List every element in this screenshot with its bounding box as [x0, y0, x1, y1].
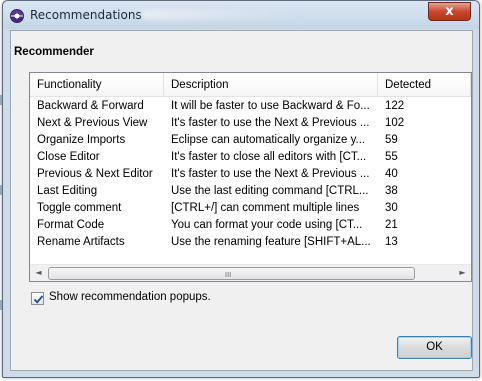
window-title: Recommendations [30, 8, 142, 22]
background-edge [0, 95, 2, 105]
table-row[interactable]: Organize Imports Eclipse can automatical… [30, 132, 471, 149]
detected-cell: 21 [385, 219, 398, 231]
eclipse-icon [10, 9, 24, 23]
recommendations-table[interactable]: Functionality Description Detected Backw… [29, 72, 472, 282]
table-body: Backward & Forward It will be faster to … [30, 98, 471, 251]
functionality-cell: Last Editing [37, 185, 98, 197]
table-row[interactable]: Backward & Forward It will be faster to … [30, 98, 471, 115]
description-cell: It's faster to use the Next & Previous .… [171, 168, 370, 180]
background-edge [0, 185, 2, 195]
close-button[interactable]: x [428, 2, 471, 21]
section-title: Recommender [14, 46, 94, 58]
functionality-cell: Toggle comment [37, 202, 122, 214]
horizontal-scrollbar[interactable]: ◄ III ► [30, 264, 471, 281]
scrollbar-thumb[interactable]: III [48, 267, 415, 280]
detected-cell: 122 [385, 100, 405, 112]
title-bar[interactable]: Recommendations x [3, 1, 479, 29]
detected-cell: 13 [385, 236, 398, 248]
description-cell: Eclipse can automatically organize y... [171, 134, 366, 146]
description-cell: It's faster to close all editors with [C… [171, 151, 367, 163]
scrollbar-grip-icon: III [225, 271, 232, 279]
table-row[interactable]: Close Editor It's faster to close all ed… [30, 149, 471, 166]
description-cell: It's faster to use the Next & Previous .… [171, 117, 370, 129]
table-row[interactable]: Previous & Next Editor It's faster to us… [30, 166, 471, 183]
column-header-detected[interactable]: Detected [378, 73, 471, 97]
show-popups-checkbox[interactable] [31, 292, 44, 305]
ok-button[interactable]: OK [397, 336, 472, 359]
checkmark-icon [33, 295, 44, 304]
description-cell: It will be faster to use Backward & Fo..… [171, 100, 370, 112]
detected-cell: 38 [385, 185, 398, 197]
description-cell: You can format your code using [CT... [171, 219, 363, 231]
detected-cell: 30 [385, 202, 398, 214]
functionality-cell: Next & Previous View [37, 117, 148, 129]
functionality-cell: Format Code [37, 219, 105, 231]
detected-cell: 55 [385, 151, 398, 163]
table-row[interactable]: Format Code You can format your code usi… [30, 217, 471, 234]
description-cell: [CTRL+/] can comment multiple lines [171, 202, 360, 214]
table-header: Functionality Description Detected [30, 73, 471, 97]
functionality-cell: Rename Artifacts [37, 236, 125, 248]
functionality-cell: Previous & Next Editor [37, 168, 153, 180]
detected-cell: 59 [385, 134, 398, 146]
table-row[interactable]: Next & Previous View It's faster to use … [30, 115, 471, 132]
column-header-description[interactable]: Description [164, 73, 378, 97]
background-edge [0, 300, 2, 310]
functionality-cell: Close Editor [37, 151, 100, 163]
description-cell: Use the renaming feature [SHIFT+AL... [171, 236, 371, 248]
scroll-left-arrow-icon[interactable]: ◄ [30, 265, 47, 282]
detected-cell: 40 [385, 168, 398, 180]
description-cell: Use the last editing command [CTRL... [171, 185, 369, 197]
table-row[interactable]: Rename Artifacts Use the renaming featur… [30, 234, 471, 251]
show-popups-label: Show recommendation popups. [49, 291, 211, 303]
functionality-cell: Backward & Forward [37, 100, 144, 112]
blurred-title-region [141, 10, 301, 20]
detected-cell: 102 [385, 117, 405, 129]
table-row[interactable]: Toggle comment [CTRL+/] can comment mult… [30, 200, 471, 217]
table-row[interactable]: Last Editing Use the last editing comman… [30, 183, 471, 200]
scroll-right-arrow-icon[interactable]: ► [454, 265, 471, 282]
column-header-functionality[interactable]: Functionality [30, 73, 164, 97]
functionality-cell: Organize Imports [37, 134, 126, 146]
